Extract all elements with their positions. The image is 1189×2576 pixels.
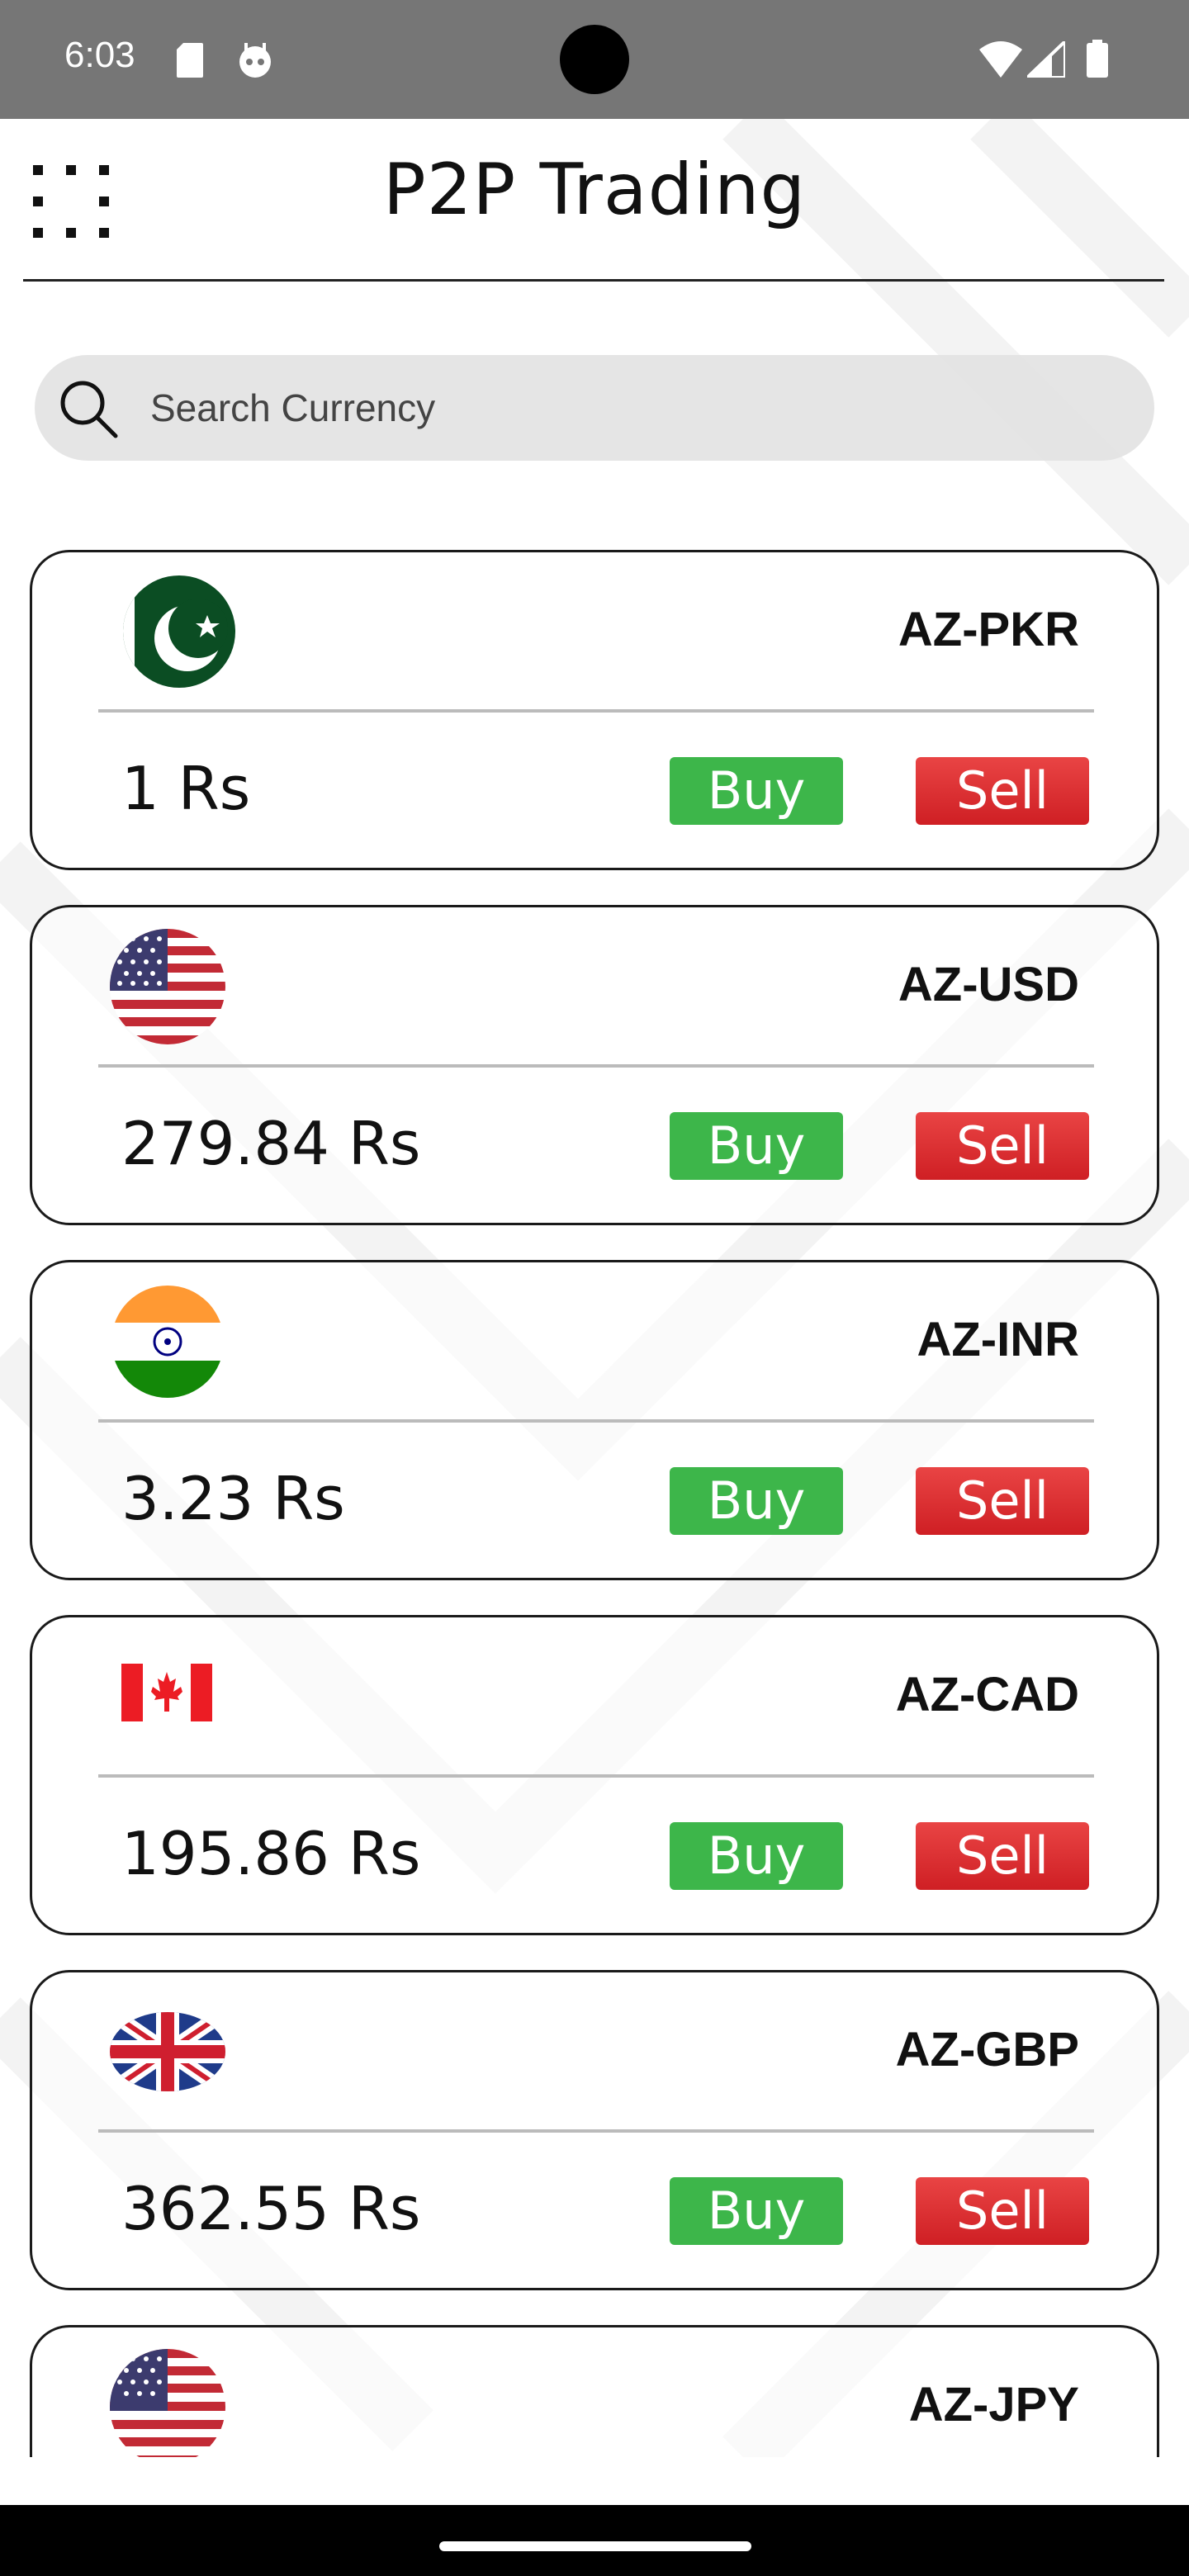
pakistan-flag-icon	[123, 575, 235, 688]
currency-card-usd[interactable]: AZ-USD 279.84 Rs Buy Sell	[30, 905, 1159, 1225]
currency-code: AZ-CAD	[895, 1668, 1079, 1721]
status-bar: 6:03	[0, 0, 1189, 119]
buy-button[interactable]: Buy	[670, 2177, 843, 2245]
search-icon	[60, 381, 118, 438]
india-flag-icon	[111, 1286, 224, 1398]
app-content: P2P Trading AZ-PKR 1 Rs Buy Sell	[0, 119, 1189, 2457]
navigation-bar	[0, 2505, 1189, 2576]
uk-flag-icon	[110, 2012, 225, 2091]
sd-card-icon	[177, 43, 203, 78]
card-divider	[98, 1064, 1094, 1068]
sell-button[interactable]: Sell	[916, 1467, 1089, 1535]
currency-card-pkr[interactable]: AZ-PKR 1 Rs Buy Sell	[30, 550, 1159, 870]
currency-code: AZ-GBP	[895, 2023, 1079, 2076]
sell-button[interactable]: Sell	[916, 1112, 1089, 1180]
header-divider	[23, 279, 1164, 282]
currency-code: AZ-PKR	[898, 603, 1079, 656]
currency-card-inr[interactable]: AZ-INR 3.23 Rs Buy Sell	[30, 1260, 1159, 1580]
currency-code: AZ-USD	[898, 958, 1079, 1011]
currency-price: 362.55 Rs	[121, 2174, 421, 2243]
status-time: 6:03	[64, 35, 135, 75]
search-input[interactable]	[150, 380, 1125, 436]
currency-price: 195.86 Rs	[121, 1819, 421, 1888]
page-title: P2P Trading	[382, 149, 807, 231]
currency-price: 279.84 Rs	[121, 1109, 421, 1178]
currency-price: 3.23 Rs	[121, 1464, 345, 1533]
buy-button[interactable]: Buy	[670, 1112, 843, 1180]
card-divider	[98, 1774, 1094, 1778]
sell-button[interactable]: Sell	[916, 757, 1089, 825]
currency-card-jpy[interactable]: AZ-JPY	[30, 2325, 1159, 2457]
card-divider	[98, 709, 1094, 713]
signal-icon	[1027, 41, 1065, 78]
currency-card-cad[interactable]: AZ-CAD 195.86 Rs Buy Sell	[30, 1615, 1159, 1935]
card-divider	[98, 1419, 1094, 1423]
sell-button[interactable]: Sell	[916, 2177, 1089, 2245]
usa-flag-icon	[110, 929, 225, 1044]
home-gesture-handle[interactable]	[439, 2541, 751, 2551]
camera-cutout	[560, 25, 629, 94]
buy-button[interactable]: Buy	[670, 1467, 843, 1535]
currency-code: AZ-INR	[917, 1313, 1079, 1366]
card-divider	[98, 2129, 1094, 2133]
assistant-bot-icon	[239, 43, 271, 78]
buy-button[interactable]: Buy	[670, 757, 843, 825]
sell-button[interactable]: Sell	[916, 1822, 1089, 1890]
battery-icon	[1087, 40, 1108, 78]
canada-flag-icon	[121, 1664, 212, 1721]
search-bar[interactable]	[35, 355, 1154, 461]
usa-flag-icon	[110, 2349, 225, 2457]
buy-button[interactable]: Buy	[670, 1822, 843, 1890]
currency-price: 1 Rs	[121, 754, 251, 823]
currency-card-gbp[interactable]: AZ-GBP 362.55 Rs Buy Sell	[30, 1970, 1159, 2290]
currency-code: AZ-JPY	[908, 2378, 1079, 2432]
wifi-icon	[979, 41, 1022, 78]
